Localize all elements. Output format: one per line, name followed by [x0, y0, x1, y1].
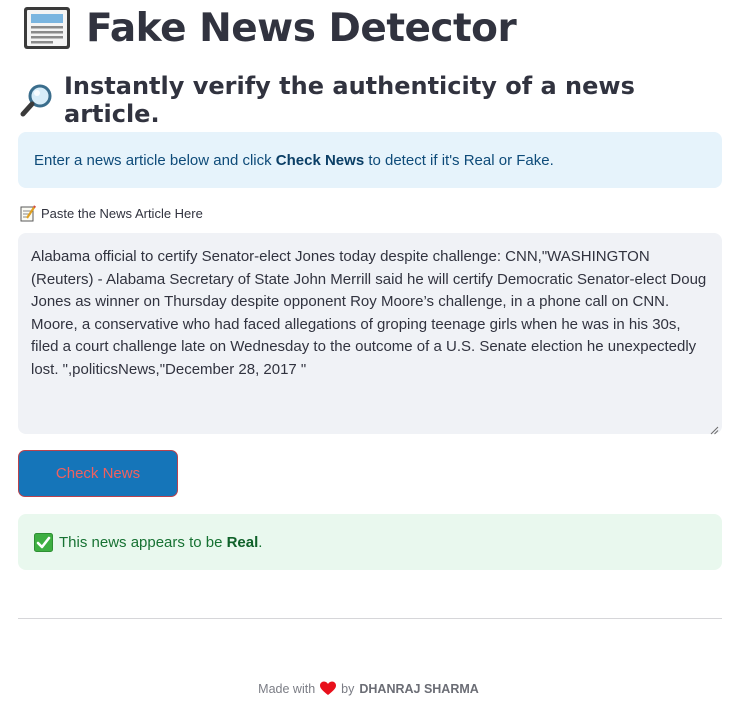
result-text: This news appears to be Real.: [59, 533, 263, 551]
article-textarea-value[interactable]: Alabama official to certify Senator-elec…: [18, 233, 722, 434]
info-text: Enter a news article below and click Che…: [34, 151, 554, 169]
article-textarea[interactable]: Alabama official to certify Senator-elec…: [18, 233, 722, 435]
memo-icon: [20, 205, 36, 222]
footer-author: DHANRAJ SHARMA: [359, 681, 479, 696]
footer-by: by: [341, 681, 355, 696]
footer: Made with by DHANRAJ SHARMA: [0, 681, 737, 696]
newspaper-icon: [22, 4, 72, 52]
article-input-label: Paste the News Article Here: [20, 205, 203, 222]
info-bold: Check News: [275, 151, 365, 169]
magnifying-glass-icon: [20, 83, 54, 117]
info-alert: Enter a news article below and click Che…: [18, 132, 722, 188]
divider: [18, 618, 722, 619]
article-input-label-text: Paste the News Article Here: [41, 206, 203, 221]
check-news-button[interactable]: Check News: [18, 450, 178, 497]
subtitle-row: Instantly verify the authenticity of a n…: [20, 72, 737, 128]
resize-handle-icon[interactable]: [710, 422, 719, 435]
subtitle: Instantly verify the authenticity of a n…: [64, 72, 635, 128]
check-mark-icon: [34, 532, 53, 552]
app-page: Fake News Detector Instantly verify the …: [0, 0, 737, 714]
result-verdict: Real: [226, 533, 259, 551]
page-title-row: Fake News Detector: [22, 0, 517, 56]
heart-icon: [320, 681, 337, 696]
footer-made-with: Made with: [258, 681, 316, 696]
page-title: Fake News Detector: [86, 5, 517, 51]
result-alert: This news appears to be Real.: [18, 514, 722, 570]
